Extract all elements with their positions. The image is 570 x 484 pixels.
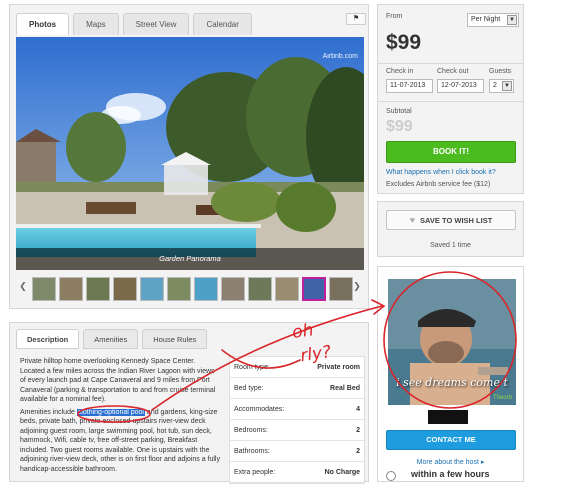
listing-photo[interactable]: Airbnb.com Garden Panorama [16,37,364,270]
next-arrow-icon[interactable]: ❯ [352,281,362,295]
tab-description[interactable]: Description [16,329,80,349]
table-row: Bedrooms: 2 [230,420,364,441]
row-value: 2 [356,426,360,434]
thumbnail-strip: ❮ ❯ [16,274,364,304]
tab-street-view[interactable]: Street View [122,13,190,35]
price-period-select[interactable]: Per Night ▼ [467,13,519,27]
row-label: Accommodates: [234,405,285,413]
table-row: Room type: Private room [230,357,364,378]
flag-icon[interactable]: ⚑ [346,13,366,25]
what-happens-link[interactable]: What happens when I click book it? [386,169,496,176]
host-photo-subcaption: Theorb [492,395,512,401]
row-value: 4 [356,405,360,413]
tab-calendar[interactable]: Calendar [193,13,252,35]
select-value: 2 [493,82,497,89]
tab-house-rules[interactable]: House Rules [142,329,208,349]
row-value: 2 [356,447,360,455]
room-details-table: Room type: Private room Bed type: Real Bed… [229,356,365,484]
description-text-run: Amenities include [20,408,77,416]
airbnb-watermark: Airbnb.com [322,53,358,60]
clock-icon [386,471,396,481]
description-panel: Description Amenities House Rules Privat… [9,322,369,484]
thumbnail[interactable] [167,277,191,301]
checkout-field[interactable]: 12-07-2013 [437,79,484,93]
table-row: Bathrooms: 2 [230,441,364,462]
row-value: Real Bed [330,384,360,392]
description-paragraph: Amenities include clothing-optional pool… [20,408,220,475]
garden-panorama-image [16,37,364,270]
host-photo[interactable]: i see dreams come t Theorb [388,279,516,405]
tab-photos[interactable]: Photos [16,13,70,35]
guests-select[interactable]: 2 ▼ [489,79,514,93]
host-panel: i see dreams come t Theorb CONTACT ME Mo… [377,266,524,482]
save-to-wishlist-button[interactable]: ♥ SAVE TO WISH LIST [386,210,516,230]
photo-caption: Garden Panorama [16,248,364,270]
service-fee-note: Excludes Airbnb service fee ($12) [386,181,491,188]
row-label: Bed type: [234,384,264,392]
divider [378,101,523,102]
from-label: From [386,13,403,20]
row-value: No Charge [324,468,360,476]
table-row: Accommodates: 4 [230,399,364,420]
more-about-host-link[interactable]: More about the host ▸ [378,458,523,466]
thumbnail[interactable] [32,277,56,301]
host-photo-caption: i see dreams come t [396,376,508,389]
thumbnail[interactable] [86,277,110,301]
thumbnail[interactable] [275,277,299,301]
row-label: Room type: [234,363,270,371]
thumbnail[interactable] [194,277,218,301]
row-label: Extra people: [234,468,276,476]
row-value: Private room [317,363,360,371]
tab-amenities[interactable]: Amenities [83,329,139,349]
guests-label: Guests [489,68,512,75]
redacted-host-name [428,410,468,424]
row-label: Bathrooms: [234,447,270,455]
book-it-button[interactable]: BOOK IT! [386,141,516,163]
subtotal-value: $99 [386,118,413,135]
thumbnail[interactable] [221,277,245,301]
photo-tabs: Photos Maps Street View Calendar [16,13,252,35]
chevron-down-icon: ▼ [502,81,512,91]
thumbnail[interactable] [140,277,164,301]
select-value: Per Night [471,16,501,23]
row-label: Bedrooms: [234,426,268,434]
heart-icon: ♥ [409,215,416,225]
chevron-down-icon: ▼ [507,15,517,25]
thumbnail[interactable] [113,277,137,301]
description-text: Private hilltop home overlooking Kennedy… [20,357,220,477]
thumbnail-selected[interactable] [302,277,326,301]
checkin-field[interactable]: 11-07-2013 [386,79,433,93]
photo-panel: Photos Maps Street View Calendar ⚑ Airbn… [9,4,369,309]
thumbnail[interactable] [59,277,83,301]
description-tabs: Description Amenities House Rules [16,329,208,349]
description-paragraph: Private hilltop home overlooking Kennedy… [20,358,216,403]
tab-maps[interactable]: Maps [73,13,119,35]
contact-me-button[interactable]: CONTACT ME [386,430,516,450]
nightly-price: $99 [386,31,422,54]
thumbnail[interactable] [248,277,272,301]
prev-arrow-icon[interactable]: ❮ [18,281,28,295]
description-text-run: and gardens, king-size beds, private bat… [20,408,220,473]
highlighted-phrase: clothing-optional pool [76,408,145,416]
checkout-label: Check out [437,68,469,75]
saved-count: Saved 1 time [430,242,471,249]
thumbnail[interactable] [329,277,353,301]
checkin-label: Check in [386,68,414,75]
booking-panel: From Per Night ▼ $99 Check in Check out … [377,4,524,194]
table-row: Bed type: Real Bed [230,378,364,399]
button-label: SAVE TO WISH LIST [420,216,493,225]
wishlist-panel: ♥ SAVE TO WISH LIST Saved 1 time [377,201,524,257]
divider [378,63,523,64]
table-row: Extra people: No Charge [230,462,364,483]
subtotal-label: Subtotal [386,108,412,115]
